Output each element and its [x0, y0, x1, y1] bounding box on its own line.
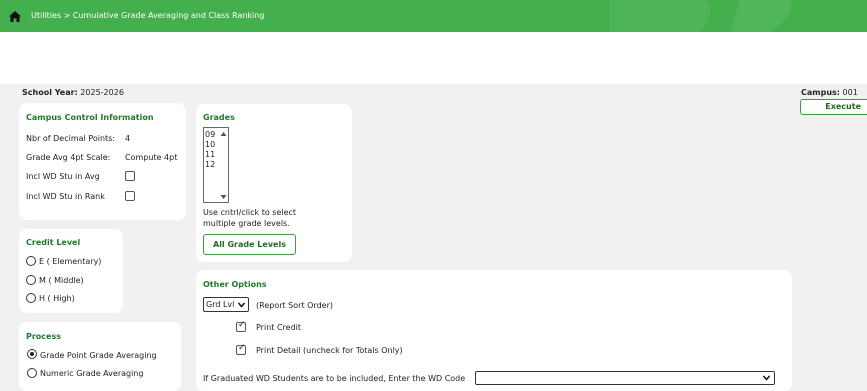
all-grade-levels-button[interactable]: All Grade Levels [203, 234, 296, 255]
grade-avg-scale-label: Grade Avg 4pt Scale: [26, 153, 111, 162]
incl-wd-avg-label: Incl WD Stu in Avg [26, 172, 100, 181]
credit-level-title: Credit Level [26, 238, 81, 247]
header-decoration [610, 0, 792, 32]
grades-title: Grades [203, 113, 235, 122]
home-icon[interactable] [9, 11, 21, 22]
grades-listbox[interactable]: 09 10 11 12 [203, 127, 229, 203]
grades-hint-line1: Use cntrl/click to select [203, 208, 297, 217]
grade-option[interactable]: 09 [205, 130, 215, 139]
credit-elementary-label: E ( Elementary) [39, 257, 102, 266]
chevron-down-icon [763, 375, 770, 381]
grade-option[interactable]: 12 [205, 160, 215, 169]
print-credit-checkbox[interactable] [236, 320, 246, 332]
print-detail-label: Print Detail (uncheck for Totals Only) [256, 346, 403, 355]
listbox-scrollbar[interactable] [219, 128, 228, 202]
breadcrumb: Utilities > Cumulative Grade Averaging a… [31, 11, 265, 20]
numeric-averaging-label: Numeric Grade Averaging [40, 369, 144, 378]
campus-control-title: Campus Control Information [26, 113, 154, 122]
credit-middle-label: M ( Middle) [39, 276, 84, 285]
wd-code-label: If Graduated WD Students are to be inclu… [203, 374, 466, 383]
grade-avg-scale-value: Compute 4pt [125, 153, 178, 162]
credit-high-radio[interactable] [26, 293, 36, 303]
execute-button[interactable]: Execute [800, 99, 867, 115]
credit-high-label: H ( High) [39, 294, 75, 303]
scroll-up-icon [220, 132, 227, 136]
school-year: School Year: 2025-2026 [22, 88, 124, 97]
sort-order-select[interactable]: Grd Lvl [203, 297, 249, 312]
other-options-title: Other Options [203, 280, 267, 289]
chevron-down-icon [238, 302, 245, 308]
wd-code-select[interactable] [475, 371, 775, 385]
grade-point-averaging-radio[interactable] [27, 349, 37, 359]
header-spacer [0, 32, 867, 84]
incl-wd-rank-checkbox[interactable] [125, 191, 135, 201]
process-title: Process [26, 332, 61, 341]
grades-hint-line2: multiple grade levels. [203, 219, 290, 228]
grade-option[interactable]: 10 [205, 140, 215, 149]
numeric-averaging-radio[interactable] [27, 368, 37, 378]
incl-wd-rank-label: Incl WD Stu in Rank [26, 192, 105, 201]
campus: Campus: 001 [801, 88, 858, 97]
credit-elementary-radio[interactable] [26, 256, 36, 266]
grade-option[interactable]: 11 [205, 150, 215, 159]
print-credit-label: Print Credit [256, 323, 302, 332]
school-year-value: 2025-2026 [80, 88, 124, 97]
sort-order-label: (Report Sort Order) [256, 301, 333, 310]
decimal-points-value: 4 [125, 134, 131, 143]
decimal-points-label: Nbr of Decimal Points: [26, 134, 116, 143]
sort-order-value: Grd Lvl [206, 300, 235, 309]
campus-value: 001 [842, 88, 858, 97]
credit-middle-radio[interactable] [26, 275, 36, 285]
print-detail-checkbox[interactable] [236, 343, 246, 355]
grade-point-averaging-label: Grade Point Grade Averaging [40, 351, 157, 360]
header-bar: Utilities > Cumulative Grade Averaging a… [0, 0, 867, 32]
incl-wd-avg-checkbox[interactable] [125, 171, 135, 181]
scroll-down-icon [220, 195, 227, 199]
